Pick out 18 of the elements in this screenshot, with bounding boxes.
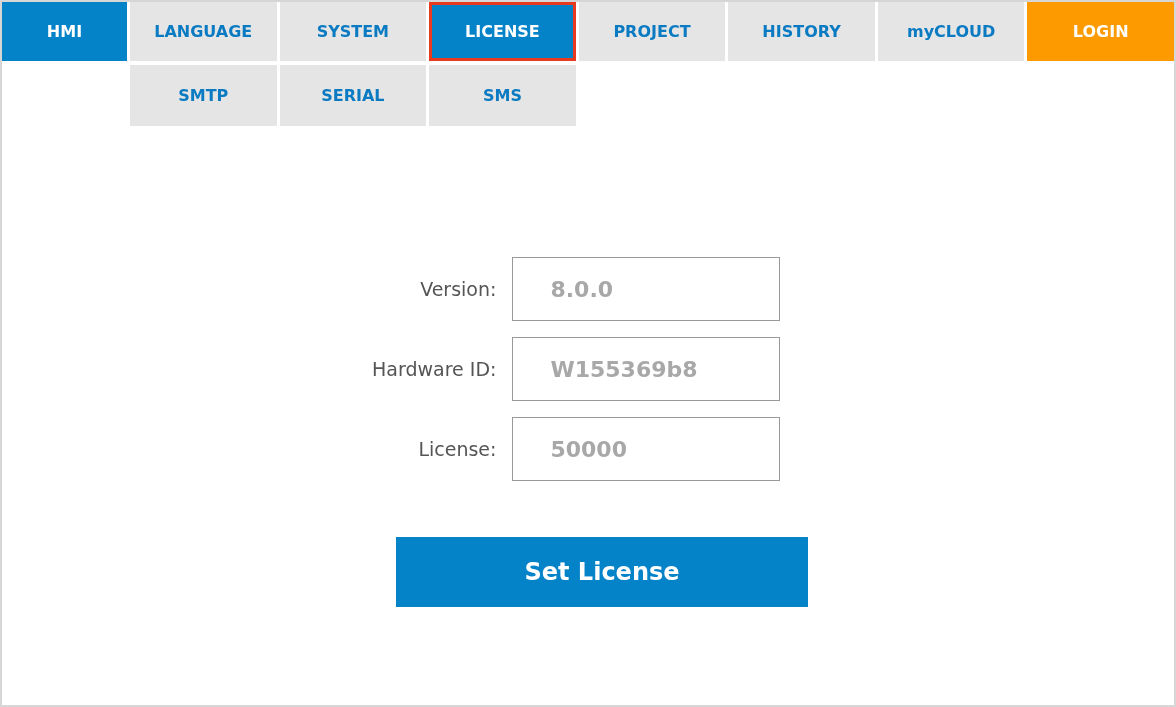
- nav-tab[interactable]: PROJECT: [578, 2, 726, 61]
- text-field[interactable]: 50000: [512, 417, 781, 481]
- text-field[interactable]: 8.0.0: [512, 257, 781, 321]
- sub-tab[interactable]: SMTP: [130, 65, 277, 126]
- field-label: License:: [418, 438, 497, 460]
- login-button[interactable]: LOGIN: [1027, 2, 1174, 61]
- nav-tab[interactable]: LANGUAGE: [130, 2, 277, 61]
- set-license-button[interactable]: Set License: [396, 537, 808, 607]
- home-tab[interactable]: HMI: [2, 2, 127, 61]
- sub-tab[interactable]: SMS: [429, 65, 576, 126]
- nav-tab[interactable]: HISTORY: [728, 2, 875, 61]
- text-field[interactable]: W155369b8: [512, 337, 781, 401]
- field-label: Hardware ID:: [372, 358, 497, 380]
- nav-tab[interactable]: LICENSE: [429, 2, 576, 61]
- nav-tab[interactable]: myCLOUD: [877, 2, 1025, 61]
- nav-tab[interactable]: SYSTEM: [279, 2, 427, 61]
- sub-tab[interactable]: SERIAL: [279, 65, 427, 126]
- field-label: Version:: [420, 278, 497, 300]
